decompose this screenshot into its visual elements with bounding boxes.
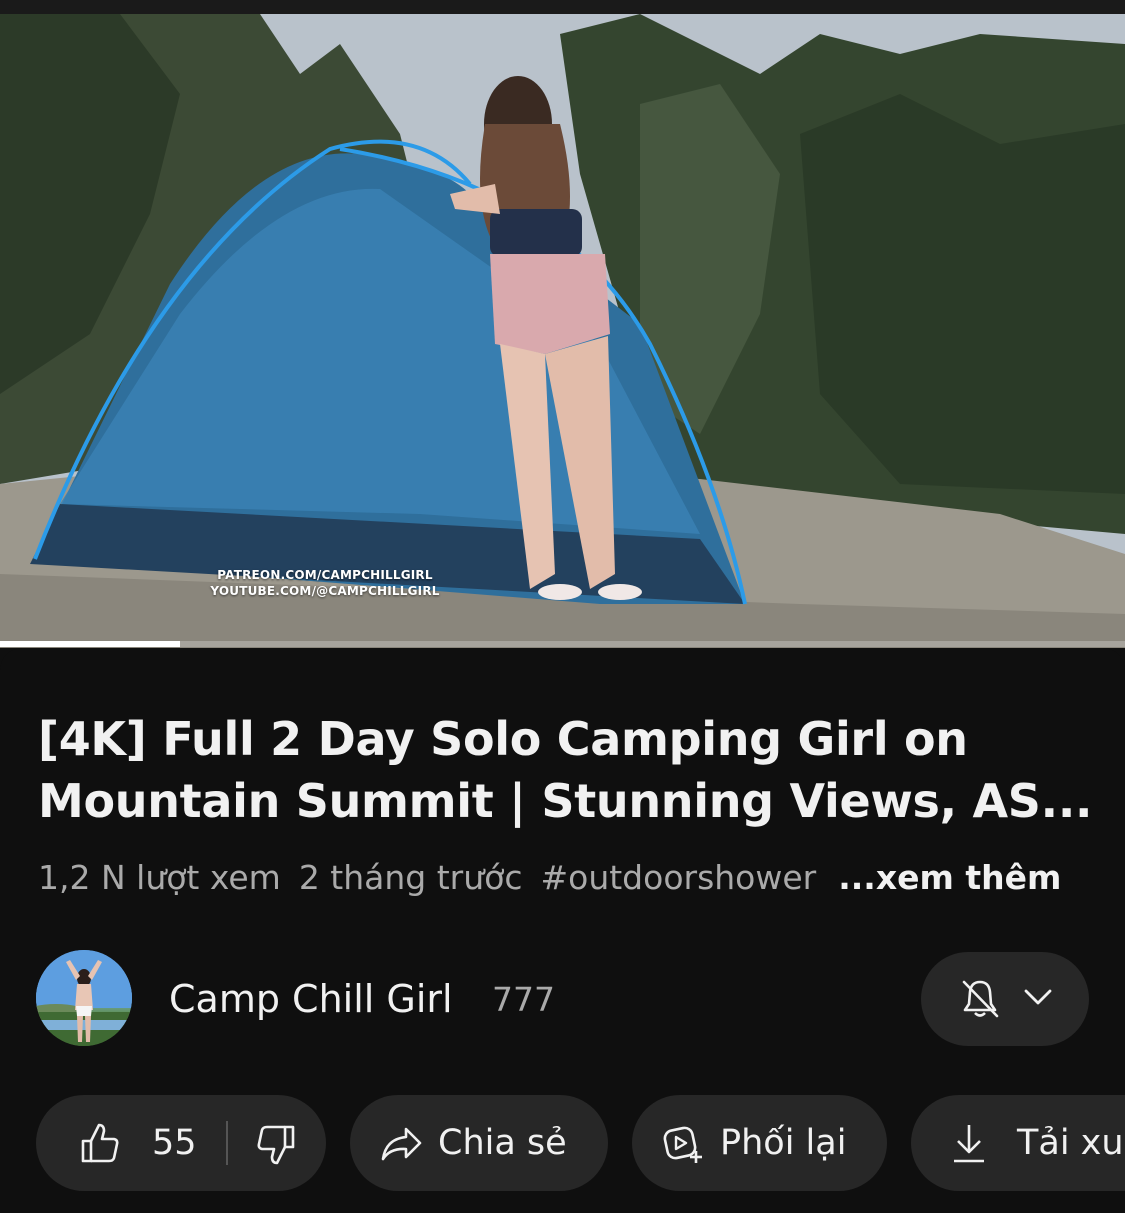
progress-bar-fill [0, 641, 180, 647]
bell-off-icon [962, 980, 999, 1018]
like-icon[interactable] [80, 1121, 120, 1165]
download-icon [954, 1125, 984, 1163]
watermark-line-2: YOUTUBE.COM/@CAMPCHILLGIRL [210, 584, 440, 598]
subscriber-count: 777 [492, 980, 555, 1019]
remix-icon [663, 1126, 702, 1163]
remix-button[interactable]: Phối lại [632, 1095, 887, 1191]
avatar-image [36, 950, 132, 1046]
video-frame [0, 14, 1125, 648]
download-button[interactable]: Tải xuống [911, 1095, 1125, 1191]
view-count: 1,2 N lượt xem [38, 858, 281, 897]
hashtag-link[interactable]: #outdoorshower [540, 858, 816, 897]
share-label: Chia sẻ [438, 1123, 567, 1163]
channel-avatar[interactable] [36, 950, 132, 1046]
remix-label: Phối lại [720, 1123, 847, 1163]
share-button[interactable]: Chia sẻ [350, 1095, 608, 1191]
watch-page: PATREON.COM/CAMPCHILLGIRL YOUTUBE.COM/@C… [0, 0, 1125, 1213]
like-count[interactable]: 55 [152, 1095, 197, 1191]
show-more-link[interactable]: ...xem thêm [838, 858, 1061, 897]
share-icon [381, 1127, 422, 1161]
subscription-notification-button[interactable] [921, 952, 1089, 1046]
video-player[interactable]: PATREON.COM/CAMPCHILLGIRL YOUTUBE.COM/@C… [0, 14, 1125, 648]
status-bar [0, 0, 1125, 14]
upload-age: 2 tháng trước [298, 858, 523, 897]
progress-bar[interactable] [0, 641, 1125, 647]
video-title[interactable]: [4K] Full 2 Day Solo Camping Girl on Mou… [38, 708, 1098, 832]
dislike-icon[interactable] [256, 1123, 296, 1167]
like-dislike-group: 55 [36, 1095, 326, 1191]
download-label: Tải xuống [1017, 1123, 1125, 1163]
like-dislike-divider [226, 1121, 228, 1165]
channel-name[interactable]: Camp Chill Girl [169, 974, 453, 1024]
video-watermark: PATREON.COM/CAMPCHILLGIRL YOUTUBE.COM/@C… [205, 567, 445, 599]
video-meta[interactable]: 1,2 N lượt xem 2 tháng trước #outdoorshowe… [38, 856, 1098, 900]
chevron-down-icon [1024, 989, 1052, 1005]
watermark-line-1: PATREON.COM/CAMPCHILLGIRL [217, 568, 433, 582]
channel-row: Camp Chill Girl 777 [0, 950, 1125, 1048]
action-bar: 55 Chia sẻ Phối lại Tải xu [0, 1095, 1125, 1191]
